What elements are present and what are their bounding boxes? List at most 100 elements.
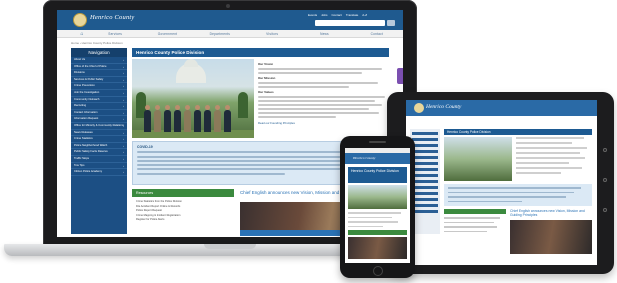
person (194, 105, 201, 132)
sidebar-item[interactable]: Police Neighborhood Watch › (71, 143, 127, 150)
phone-screen: Henrico County Henrico County Police Div… (345, 148, 410, 263)
sidebar-item[interactable]: Join the Investigation › (71, 90, 127, 97)
sidebar-item[interactable]: News Releases › (71, 130, 127, 137)
chevron-right-icon: › (123, 170, 124, 175)
tablet-sidebar-item[interactable] (412, 168, 438, 171)
tablet-sidebar-item[interactable] (412, 132, 438, 135)
chevron-right-icon: › (123, 110, 124, 115)
top-link[interactable]: Jobs (321, 13, 327, 17)
home-icon[interactable]: ⌂ (75, 31, 89, 37)
sidebar-item[interactable]: Information Request › (71, 116, 127, 123)
nav-item-news[interactable]: News (298, 32, 350, 36)
text-heading: Our Vision (258, 62, 274, 66)
sidebar-item[interactable]: Crime Prevention › (71, 83, 127, 90)
sidebar-item[interactable]: Services & Public Safety › (71, 77, 127, 84)
tablet-sidebar-item[interactable] (412, 204, 438, 207)
phone-resources-header (348, 230, 407, 236)
sidebar-item[interactable]: Office of the Chief of Police › (71, 64, 127, 71)
sidebar-item[interactable]: Citizen Police Academy › (71, 169, 127, 176)
nav-item-contact[interactable]: Contact (351, 32, 403, 36)
sidebar-item-label: Office for Minority & Community Relation… (74, 123, 124, 127)
sidebar-item-label: Community Outreach (74, 97, 100, 101)
top-link[interactable]: A-Z (362, 13, 367, 17)
site-header: Henrico County Events Jobs Contact Trans… (57, 10, 403, 30)
sidebar-item[interactable]: Office for Minority & Community Relation… (71, 123, 127, 130)
top-link[interactable]: Contact (332, 13, 342, 17)
resource-link[interactable]: Crime Mapping & Incident Registration (136, 214, 230, 217)
chevron-right-icon: › (123, 117, 124, 122)
text-line (348, 212, 402, 214)
person (214, 105, 221, 132)
resource-line[interactable] (444, 226, 497, 228)
sidebar-item[interactable]: Traffic Stops › (71, 156, 127, 163)
sidebar-item[interactable]: Contact Information › (71, 110, 127, 117)
search-input[interactable] (315, 20, 385, 26)
county-seal-icon[interactable] (73, 13, 87, 27)
text-line (258, 104, 382, 106)
sidebar-item[interactable]: Crime Statistics › (71, 136, 127, 143)
sidebar-item[interactable]: Divisions › (71, 70, 127, 77)
tablet-menu-icon[interactable] (603, 208, 607, 212)
breadcrumb[interactable]: Home › Henrico County Police Division (71, 41, 123, 45)
phone-site-brand[interactable]: Henrico County (353, 156, 375, 160)
resource-line[interactable] (444, 217, 500, 219)
text-line (516, 162, 569, 164)
person (204, 105, 211, 132)
feedback-tab[interactable] (397, 68, 403, 84)
text-line (258, 100, 375, 102)
person (154, 105, 161, 132)
tablet-sidebar-item[interactable] (412, 180, 438, 183)
tablet-sidebar-item[interactable] (412, 210, 438, 213)
resource-line[interactable] (444, 230, 488, 233)
sidebar-item-label: Tow Tips (74, 163, 85, 167)
text-line (516, 167, 582, 169)
alert-line (137, 155, 360, 158)
resource-line[interactable] (444, 221, 494, 224)
tablet-sidebar-item[interactable] (412, 138, 438, 141)
nav-item-services[interactable]: Services (89, 32, 141, 36)
sidebar-item[interactable]: About Us › (71, 57, 127, 64)
tablet-back-icon[interactable] (603, 148, 607, 152)
sidebar-item[interactable]: Community Outreach › (71, 97, 127, 104)
tablet-news-image[interactable] (510, 220, 592, 254)
chevron-right-icon: › (123, 143, 124, 148)
resources-list: Crime Statistics from the Police Divisio… (132, 198, 234, 236)
sidebar-item[interactable]: Tow Tips › (71, 163, 127, 170)
tablet-sidebar-item[interactable] (412, 198, 438, 201)
nav-item-government[interactable]: Government (141, 32, 193, 36)
tablet-sidebar-item[interactable] (412, 144, 438, 147)
county-seal-icon[interactable] (414, 103, 424, 113)
resource-link[interactable]: Police Report Request (136, 209, 230, 212)
alert-line (137, 172, 286, 175)
tablet-home-icon[interactable] (603, 178, 607, 182)
sidebar-item-label: Public Safety Facts Reserve (74, 150, 108, 154)
resource-link[interactable]: Crime Statistics from the Police Divisio… (136, 200, 230, 203)
nav-item-departments[interactable]: Departments (194, 32, 246, 36)
top-link[interactable]: Translate (346, 13, 358, 17)
tablet-sidebar-item[interactable] (412, 156, 438, 159)
sidebar-item[interactable]: Public Safety Facts Reserve › (71, 149, 127, 156)
phone-home-button[interactable] (373, 266, 383, 276)
tablet-sidebar-item[interactable] (412, 186, 438, 189)
phone-news-image[interactable] (348, 237, 407, 260)
top-link[interactable]: Events (308, 13, 317, 17)
chevron-right-icon: › (123, 130, 124, 135)
resource-link[interactable]: Register for Police Alerts (136, 218, 230, 221)
tablet-sidebar-item[interactable] (412, 162, 438, 165)
top-links: Events Jobs Contact Translate A-Z (308, 13, 367, 17)
tablet-news-headline[interactable]: Chief English announces new Vision, Miss… (510, 209, 592, 217)
site-brand[interactable]: Henrico County (90, 14, 135, 21)
tablet-site-brand[interactable]: Henrico County (426, 104, 461, 110)
nav-item-visitors[interactable]: Visitors (246, 32, 298, 36)
chevron-right-icon: › (123, 104, 124, 109)
read-more-link[interactable]: Read our Founding Principles (258, 121, 388, 125)
tablet-sidebar-item[interactable] (412, 174, 438, 177)
sidebar-item[interactable]: Recruiting › (71, 103, 127, 110)
tablet-sidebar-item[interactable] (412, 192, 438, 195)
chevron-right-icon: › (123, 150, 124, 155)
resource-link[interactable]: File Accident Report Online & Records (136, 205, 230, 208)
tablet-sidebar-item[interactable] (412, 150, 438, 153)
sidebar-item-label: Crime Statistics (74, 137, 93, 141)
tablet-page-title: Henrico County Police Division (444, 129, 592, 135)
search-button[interactable] (387, 20, 395, 26)
